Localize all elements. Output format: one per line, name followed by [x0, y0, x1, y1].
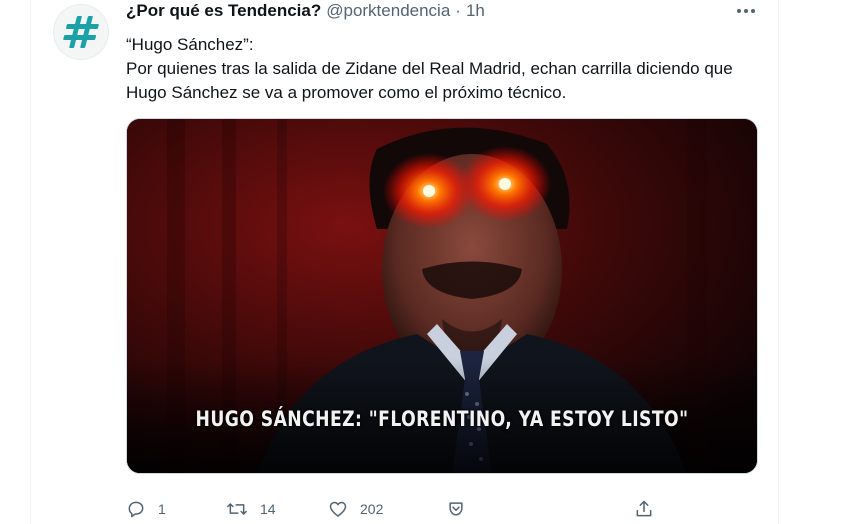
- retweet-button[interactable]: 14: [226, 499, 276, 519]
- tweet-text-line-1: “Hugo Sánchez”:: [126, 35, 254, 54]
- tweet-header: ¿Por qué es Tendencia? @porktendencia · …: [126, 0, 485, 22]
- tip-icon: [449, 502, 463, 516]
- like-icon: [329, 501, 347, 517]
- column-border-right: [778, 0, 779, 524]
- separator-dot: ·: [455, 1, 461, 20]
- reply-icon: [128, 501, 144, 518]
- column-border-left: [30, 0, 31, 524]
- reply-button[interactable]: 1: [126, 499, 166, 519]
- tweet-media-image[interactable]: HUGO SÁNCHEZ: "FLORENTINO, YA ESTOY LIST…: [126, 118, 758, 474]
- media-caption: HUGO SÁNCHEZ: "FLORENTINO, YA ESTOY LIST…: [195, 407, 689, 431]
- like-button[interactable]: 202: [328, 499, 383, 519]
- retweet-icon: [227, 503, 247, 515]
- share-icon: [636, 500, 652, 517]
- more-button[interactable]: [728, 0, 764, 22]
- tip-button[interactable]: [446, 499, 466, 519]
- hashtag-icon: [63, 16, 99, 48]
- share-button[interactable]: [634, 499, 654, 519]
- like-count: 202: [360, 501, 384, 517]
- user-handle[interactable]: @porktendencia: [326, 1, 450, 21]
- display-name[interactable]: ¿Por qué es Tendencia?: [126, 1, 321, 21]
- tweet-text: “Hugo Sánchez”: Por quienes tras la sali…: [126, 33, 766, 105]
- tweet-actions: 1 14 202: [126, 494, 666, 524]
- tweet-text-line-2: Por quienes tras la salida de Zidane del…: [126, 59, 733, 102]
- timestamp[interactable]: 1h: [466, 1, 485, 21]
- retweet-count: 14: [260, 501, 276, 517]
- more-dots-icon: [737, 9, 755, 13]
- reply-count: 1: [158, 501, 166, 517]
- avatar[interactable]: [53, 4, 109, 60]
